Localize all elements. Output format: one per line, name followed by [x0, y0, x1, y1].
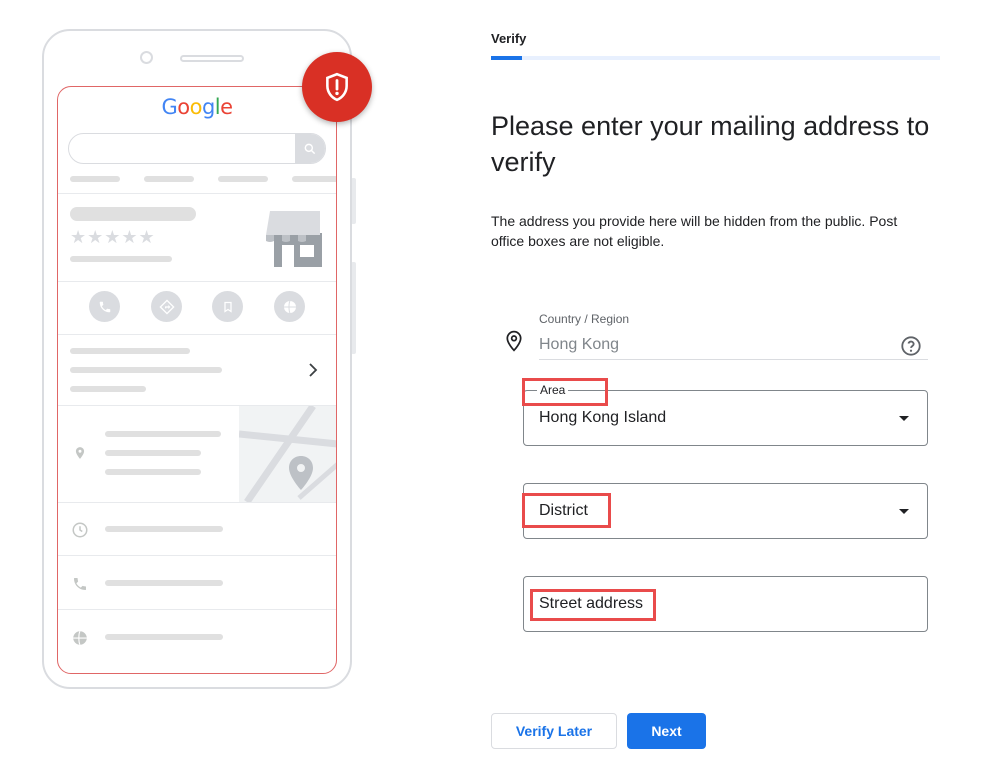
street-address-placeholder: Street address: [539, 595, 644, 612]
placeholder-bar: [105, 580, 223, 586]
country-region-field[interactable]: Hong Kong: [539, 336, 619, 354]
phone-camera: [140, 51, 153, 64]
mock-search-bar: [68, 133, 326, 164]
clock-icon: [70, 520, 90, 540]
dropdown-arrow-icon[interactable]: [899, 416, 909, 421]
divider: [58, 555, 336, 556]
country-region-underline: [539, 359, 928, 360]
placeholder-bar: [105, 634, 223, 640]
country-region-label: Country / Region: [539, 312, 630, 326]
placeholder-bar: [105, 450, 201, 456]
dropdown-arrow-icon[interactable]: [899, 509, 909, 514]
divider: [58, 502, 336, 503]
divider: [58, 193, 336, 194]
verify-later-button[interactable]: Verify Later: [491, 713, 617, 749]
storefront-icon: [262, 209, 326, 274]
directions-icon: [151, 291, 182, 322]
help-icon[interactable]: [900, 335, 922, 362]
placeholder-bar: [70, 176, 120, 182]
globe-icon: [274, 291, 305, 322]
page-description: The address you provide here will be hid…: [491, 213, 898, 249]
placeholder-bar: [105, 469, 201, 475]
globe-icon: [70, 628, 90, 648]
area-select[interactable]: Area Hong Kong Island: [523, 383, 928, 446]
step-label: Verify: [491, 31, 527, 46]
phone-screen: Google ★★★★★: [57, 86, 337, 674]
phone-icon: [89, 291, 120, 322]
placeholder-bar: [144, 176, 194, 182]
shield-alert-icon: [302, 52, 372, 122]
google-logo: Google: [161, 95, 233, 119]
area-label: Area: [537, 383, 569, 397]
placeholder-bar: [292, 176, 336, 182]
placeholder-bar: [105, 526, 223, 532]
placeholder-bar: [70, 386, 146, 392]
street-address-input[interactable]: Street address: [523, 576, 928, 632]
next-button[interactable]: Next: [627, 713, 706, 749]
location-pin-icon: [506, 330, 522, 357]
district-placeholder: District: [539, 502, 588, 519]
district-select[interactable]: District: [523, 483, 928, 539]
divider: [58, 334, 336, 335]
phone-speaker: [180, 55, 244, 62]
placeholder-bar: [70, 348, 190, 354]
rating-stars: ★★★★★: [70, 227, 156, 247]
chevron-right-icon: [308, 363, 318, 382]
phone-icon: [70, 574, 90, 594]
bookmark-icon: [212, 291, 243, 322]
placeholder-bar: [218, 176, 268, 182]
placeholder-bar: [70, 367, 222, 373]
page-title: Please enter your mailing address to ver…: [491, 111, 930, 177]
location-pin-icon: [70, 443, 90, 463]
placeholder-bar: [70, 207, 196, 221]
area-value: Hong Kong Island: [539, 409, 667, 426]
divider: [58, 609, 336, 610]
search-icon: [295, 134, 325, 163]
placeholder-bar: [70, 256, 172, 262]
progress-fill: [491, 56, 523, 60]
placeholder-bar: [105, 431, 221, 437]
divider: [58, 281, 336, 282]
map-thumbnail: [238, 404, 336, 504]
progress-bar: [491, 56, 940, 60]
